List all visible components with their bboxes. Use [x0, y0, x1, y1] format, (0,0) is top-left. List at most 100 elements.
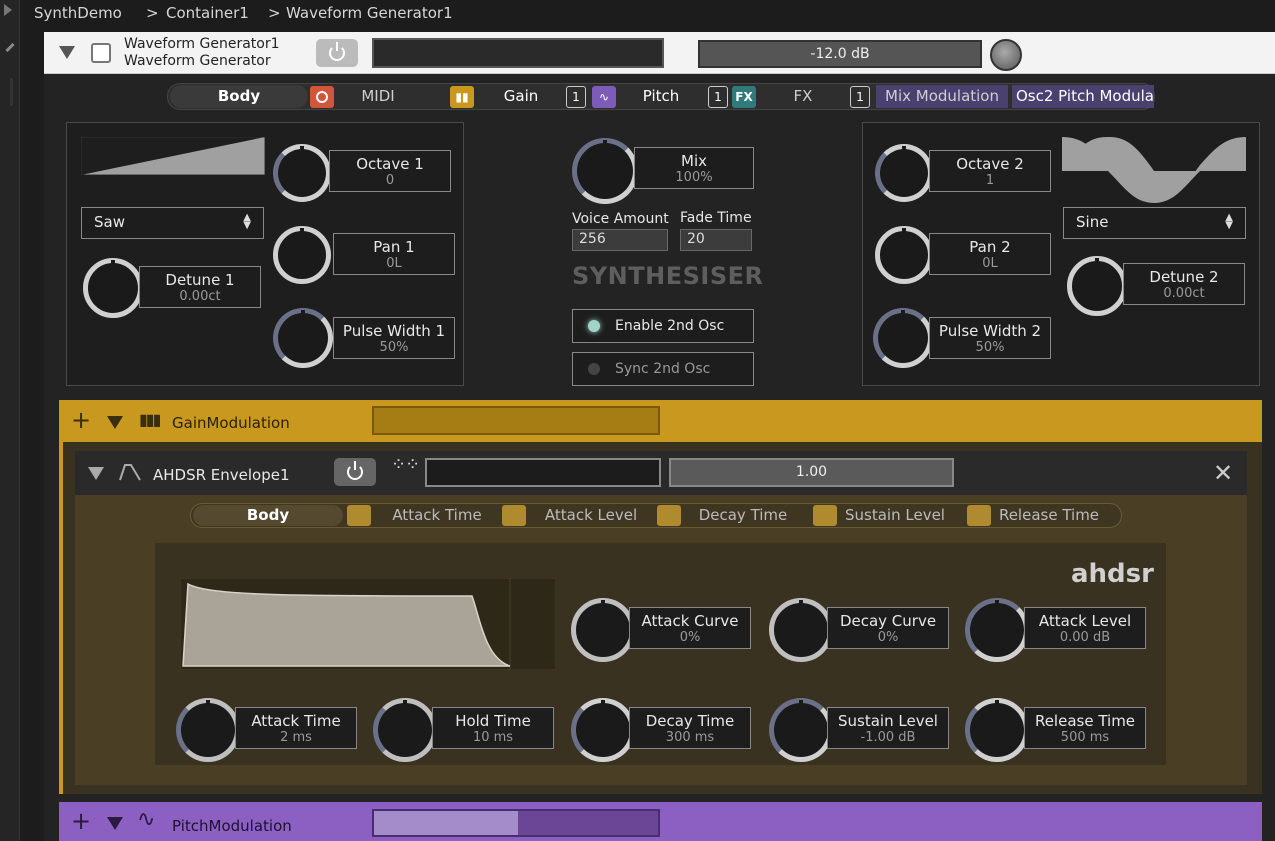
- tab-body[interactable]: Body: [170, 85, 308, 108]
- add-icon[interactable]: +: [71, 406, 91, 434]
- pitch-modulation-header: + ∿ PitchModulation: [59, 802, 1262, 841]
- select-checkbox[interactable]: [91, 43, 111, 63]
- sustain-level-knob[interactable]: [769, 698, 833, 762]
- sine-waveform-shape: [1062, 137, 1246, 205]
- ahdsr-value-slider[interactable]: 1.00: [669, 458, 954, 487]
- tab-sustain-level[interactable]: Sustain Level: [839, 506, 951, 524]
- mix-param[interactable]: Mix 100%: [634, 147, 754, 189]
- decay-curve-param[interactable]: Decay Curve 0%: [827, 607, 949, 649]
- tab-gain[interactable]: Gain: [486, 87, 556, 105]
- waveform-select-2-value: Sine: [1076, 213, 1109, 231]
- attack-level-param[interactable]: Attack Level 0.00 dB: [1024, 607, 1146, 649]
- tab-attack-level[interactable]: Attack Level: [529, 506, 653, 524]
- breadcrumb-container[interactable]: Container1: [166, 4, 249, 22]
- synthesiser-title: SYNTHESISER: [572, 262, 764, 290]
- device-title: Waveform Generator1: [124, 36, 280, 52]
- attack-level-knob[interactable]: [965, 598, 1029, 662]
- breadcrumb-current[interactable]: Waveform Generator1: [286, 4, 453, 22]
- detune-1-param[interactable]: Detune 1 0.00ct: [139, 266, 261, 308]
- close-icon[interactable]: ✕: [1213, 459, 1233, 487]
- decay-curve-value: 0%: [877, 630, 899, 645]
- tab-fx[interactable]: FX: [768, 87, 838, 105]
- attack-curve-param[interactable]: Attack Curve 0%: [629, 607, 751, 649]
- pan-2-knob[interactable]: [875, 226, 933, 284]
- level-slider[interactable]: -12.0 dB: [698, 40, 982, 68]
- enable-2nd-osc-button[interactable]: Enable 2nd Osc: [572, 309, 754, 343]
- grid-icon[interactable]: ⁘⁘: [391, 456, 420, 474]
- waveform-select-1[interactable]: Saw ▲ ▼: [81, 207, 264, 239]
- tab-decay-time[interactable]: Decay Time: [687, 506, 799, 524]
- osc1-panel: Saw ▲ ▼ Octave 10 Pan 1 0L Detune 1 0.00ct P…: [66, 122, 464, 386]
- hold-time-param[interactable]: Hold Time 10 ms: [432, 707, 554, 749]
- pulse-width-2-label: Pulse Width 2: [938, 322, 1042, 340]
- gain-modulation-title: GainModulation: [172, 414, 290, 432]
- mix-knob[interactable]: [572, 138, 638, 204]
- attack-level-label: Attack Level: [1038, 612, 1132, 630]
- device-subtitle: Waveform Generator: [124, 53, 271, 69]
- pitch-modulation-title: PitchModulation: [172, 817, 292, 835]
- add-icon[interactable]: +: [71, 807, 91, 835]
- ahdsr-power-button[interactable]: [334, 458, 376, 486]
- device-header: Waveform Generator1 Waveform Generator -…: [44, 32, 1275, 74]
- gain-icon: ▮▮: [450, 86, 474, 108]
- pulse-width-2-knob[interactable]: [873, 308, 933, 368]
- breadcrumb-separator: >: [146, 4, 159, 22]
- release-time-param[interactable]: Release Time 500 ms: [1024, 707, 1146, 749]
- fade-time-field[interactable]: 20: [680, 229, 752, 251]
- octave-1-knob[interactable]: [273, 144, 331, 202]
- osc2-panel: Sine ▲ ▼ Octave 21 Pan 2 0L Detune 2 0.00ct …: [862, 122, 1260, 386]
- saw-waveform-display: [81, 137, 265, 175]
- detune-2-param[interactable]: Detune 2 0.00ct: [1123, 263, 1245, 305]
- decay-curve-knob[interactable]: [769, 598, 833, 662]
- attack-curve-knob[interactable]: [571, 598, 635, 662]
- left-toolbar: [0, 0, 20, 841]
- pitch-modulation-meter: [372, 809, 660, 837]
- sync-2nd-osc-button[interactable]: Sync 2nd Osc: [572, 352, 754, 386]
- collapse-icon[interactable]: [88, 467, 104, 480]
- waveform-select-2[interactable]: Sine ▲ ▼: [1063, 207, 1246, 239]
- tab-attack-time[interactable]: Attack Time: [377, 506, 497, 524]
- attack-time-param[interactable]: Attack Time 2 ms: [235, 707, 357, 749]
- tab-ahdsr-body[interactable]: Body: [193, 505, 343, 526]
- pan-2-param[interactable]: Pan 2 0L: [929, 233, 1051, 275]
- pulse-width-1-knob[interactable]: [273, 308, 333, 368]
- tab-mix-modulation[interactable]: Mix Modulation: [876, 85, 1008, 108]
- detune-1-knob[interactable]: [83, 258, 143, 318]
- pan-2-value: 0L: [982, 256, 998, 271]
- pulse-width-2-param[interactable]: Pulse Width 2 50%: [929, 317, 1051, 359]
- octave-2-param[interactable]: Octave 21: [929, 150, 1051, 192]
- tab-pitch[interactable]: Pitch: [628, 87, 694, 105]
- breadcrumb-root[interactable]: SynthDemo: [34, 4, 122, 22]
- release-time-knob[interactable]: [965, 698, 1029, 762]
- enable-2nd-osc-label: Enable 2nd Osc: [615, 318, 725, 334]
- sustain-level-param[interactable]: Sustain Level -1.00 dB: [827, 707, 949, 749]
- mix-value: 100%: [675, 170, 713, 185]
- pencil-icon[interactable]: [5, 42, 15, 53]
- hold-time-knob[interactable]: [373, 698, 437, 762]
- scroll-handle[interactable]: [10, 78, 13, 106]
- attack-time-knob[interactable]: [176, 698, 240, 762]
- detune-2-knob[interactable]: [1067, 256, 1127, 316]
- tab-osc2-pitch-modulation[interactable]: Osc2 Pitch Modula: [1012, 85, 1154, 108]
- pan-1-param[interactable]: Pan 1 0L: [333, 233, 455, 275]
- volume-knob[interactable]: [990, 39, 1022, 71]
- collapse-icon[interactable]: [107, 817, 123, 830]
- decay-time-param[interactable]: Decay Time 300 ms: [629, 707, 751, 749]
- pulse-width-1-param[interactable]: Pulse Width 1 50%: [333, 317, 455, 359]
- collapse-icon[interactable]: [59, 46, 75, 59]
- tab-midi[interactable]: MIDI: [338, 87, 418, 105]
- decay-time-knob[interactable]: [571, 698, 635, 762]
- octave-2-knob[interactable]: [875, 144, 933, 202]
- power-button[interactable]: [316, 39, 358, 67]
- attack-level-mod-icon: [502, 505, 526, 526]
- collapse-icon[interactable]: [107, 416, 123, 429]
- tab-release-time[interactable]: Release Time: [993, 506, 1105, 524]
- ahdsr-meter: [425, 458, 661, 487]
- pan-1-knob[interactable]: [273, 226, 331, 284]
- fade-time-label: Fade Time: [680, 210, 752, 226]
- power-icon: [329, 42, 345, 61]
- octave-1-param[interactable]: Octave 10: [329, 150, 451, 192]
- voice-amount-field[interactable]: 256: [572, 229, 668, 251]
- detune-2-label: Detune 2: [1149, 268, 1219, 286]
- expand-icon[interactable]: [4, 4, 12, 16]
